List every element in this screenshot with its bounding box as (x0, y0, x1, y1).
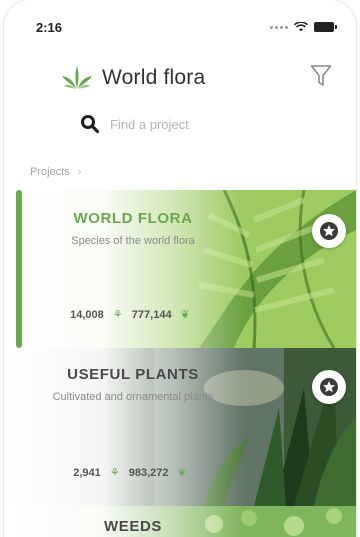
card-stats: 14,008 ⚘ 777,144 ❦ (4, 308, 262, 321)
card-subtitle: Cultivated and ornamental plants (52, 391, 214, 403)
star-icon (320, 222, 338, 240)
chevron-right-icon: › (77, 166, 82, 178)
project-card-weeds[interactable]: WEEDS (4, 506, 356, 537)
observation-count: 777,144 (131, 309, 172, 321)
favorite-button[interactable] (312, 370, 346, 404)
project-card-useful-plants[interactable]: USEFUL PLANTS Cultivated and ornamental … (4, 348, 356, 506)
breadcrumb-label: Projects (30, 166, 70, 178)
status-time: 2:16 (36, 20, 63, 35)
breadcrumb[interactable]: Projects › (30, 166, 81, 178)
plant-logo-icon (62, 66, 92, 89)
plant-icon: ⚘ (112, 309, 123, 321)
card-subtitle: Species of the world flora (71, 235, 195, 247)
card-stats: 2,941 ⚘ 983,272 ❦ (4, 466, 262, 479)
project-card-world-flora[interactable]: WORLD FLORA Species of the world flora 1… (4, 190, 356, 348)
search-icon (81, 115, 100, 134)
favorite-button[interactable] (312, 214, 346, 248)
leaf-icon: ❦ (180, 309, 190, 321)
card-title: WEEDS (103, 518, 162, 535)
leaf-icon: ❦ (177, 467, 187, 479)
app-screen: 2:16 World flora Find a project Projects… (4, 0, 356, 537)
battery-icon (314, 22, 337, 32)
wifi-icon (294, 22, 308, 32)
signal-icon (270, 25, 288, 29)
card-title: WORLD FLORA (73, 210, 193, 227)
species-count: 2,941 (73, 467, 101, 479)
status-indicators (270, 22, 337, 32)
status-bar: 2:16 (4, 16, 356, 38)
species-count: 14,008 (70, 309, 104, 321)
plant-icon: ⚘ (109, 467, 120, 479)
search-input[interactable] (108, 115, 272, 133)
app-header: World flora (4, 56, 356, 96)
search-bar (80, 110, 280, 138)
observation-count: 983,272 (128, 467, 169, 479)
card-title: USEFUL PLANTS (67, 366, 199, 383)
star-icon (320, 378, 338, 396)
filter-icon[interactable] (310, 64, 332, 88)
app-title: World flora (102, 66, 206, 89)
